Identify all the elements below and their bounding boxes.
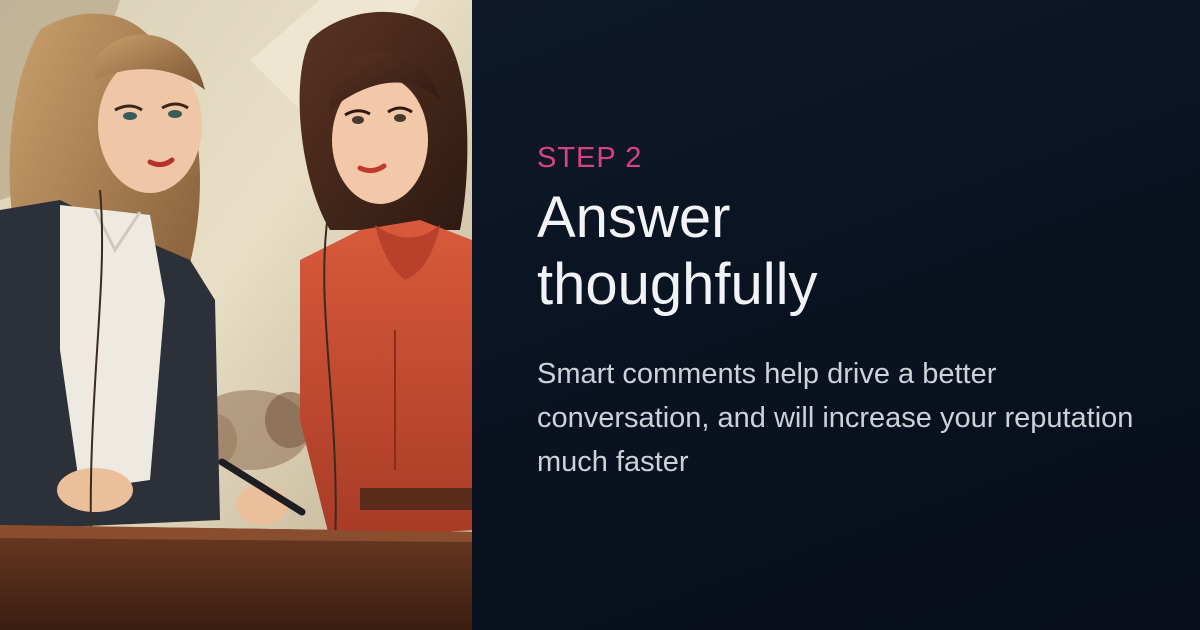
step-label: STEP 2: [537, 142, 643, 174]
title-line-1: Answer: [537, 185, 731, 250]
content-panel: STEP 2 Answer thoughfully Smart comments…: [537, 140, 1157, 484]
social-card: STEP 2 Answer thoughfully Smart comments…: [0, 0, 1200, 630]
illustration: [0, 0, 472, 630]
title-line-2: thoughfully: [537, 252, 818, 317]
description: Smart comments help drive a better conve…: [537, 358, 1134, 478]
illustration-two-women-icon: [0, 0, 472, 630]
page-title: Answer thoughfully: [537, 184, 1157, 318]
